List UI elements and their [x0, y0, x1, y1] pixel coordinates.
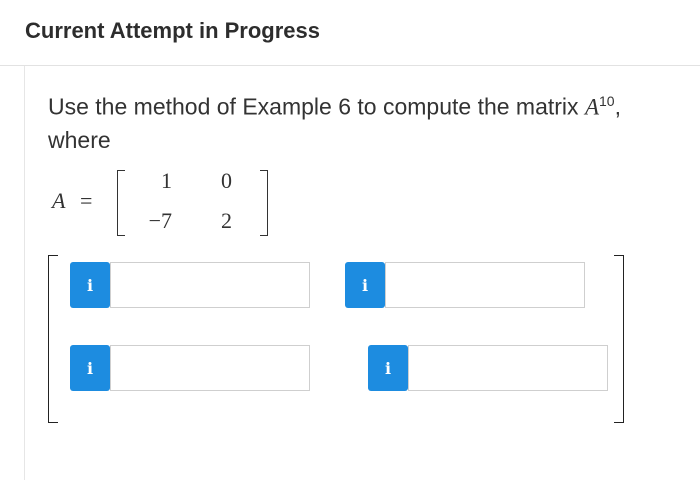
- question-exponent: 10: [599, 93, 615, 109]
- matrix-right-bracket: [260, 170, 268, 236]
- answer-input-2-1[interactable]: [110, 345, 310, 391]
- question-text: Use the method of Example 6 to compute t…: [48, 85, 678, 157]
- left-gutter: [0, 66, 25, 480]
- answer-input-1-2[interactable]: [385, 262, 585, 308]
- equals-sign: =: [80, 188, 93, 213]
- matrix-cell-1-1: 1: [161, 168, 172, 193]
- answer-right-bracket: [614, 255, 624, 423]
- info-icon[interactable]: i: [70, 262, 110, 308]
- answer-cell-1-2: i: [345, 262, 585, 308]
- answer-input-1-1[interactable]: [110, 262, 310, 308]
- info-icon[interactable]: i: [368, 345, 408, 391]
- answer-input-2-2[interactable]: [408, 345, 608, 391]
- answer-cell-2-1: i: [70, 345, 310, 391]
- matrix-cell-1-2: 0: [221, 168, 232, 193]
- answer-cell-1-1: i: [70, 262, 310, 308]
- answer-cell-2-2: i: [368, 345, 608, 391]
- matrix-left-bracket: [117, 170, 125, 236]
- page-header: Current Attempt in Progress: [0, 0, 700, 66]
- answer-left-bracket: [48, 255, 58, 423]
- question-text-before: Use the method of Example 6 to compute t…: [48, 93, 585, 120]
- question-matrix-var: A: [584, 94, 599, 120]
- info-icon[interactable]: i: [345, 262, 385, 308]
- page-title: Current Attempt in Progress: [25, 18, 321, 43]
- matrix-name: A: [52, 188, 66, 213]
- matrix-cell-2-2: 2: [221, 208, 232, 233]
- info-icon[interactable]: i: [70, 345, 110, 391]
- matrix-cell-2-1: −7: [148, 208, 172, 233]
